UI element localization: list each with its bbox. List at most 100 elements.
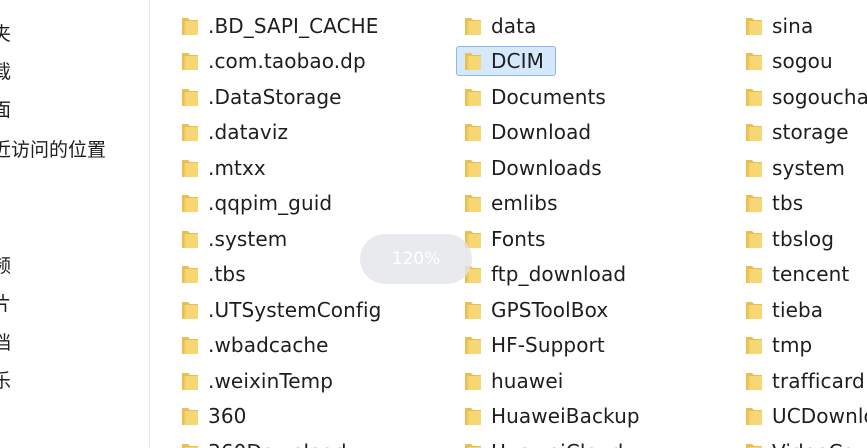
folder-name: HuaweiCloud bbox=[491, 440, 623, 448]
nav-item-favorites[interactable]: 夹 bbox=[0, 22, 11, 46]
folder-item[interactable]: sogoucha bbox=[744, 79, 867, 115]
folder-item[interactable]: VideoCa bbox=[744, 434, 867, 448]
folder-icon bbox=[463, 192, 483, 214]
folder-item[interactable]: GPSToolBox bbox=[463, 292, 640, 328]
folder-name: 360Download bbox=[208, 440, 347, 448]
folder-icon bbox=[744, 157, 764, 179]
folder-icon bbox=[463, 15, 483, 37]
folder-name: .weixinTemp bbox=[208, 368, 334, 393]
folder-name: 360 bbox=[208, 404, 247, 429]
folder-icon bbox=[180, 192, 200, 214]
folder-name: trafficard bbox=[772, 368, 865, 393]
folder-icon bbox=[463, 441, 483, 448]
folder-icon bbox=[463, 157, 483, 179]
folder-icon bbox=[180, 121, 200, 143]
folder-item[interactable]: .BD_SAPI_CACHE bbox=[180, 8, 381, 44]
folder-item[interactable]: tencent bbox=[744, 257, 867, 293]
folder-item[interactable]: HuaweiBackup bbox=[463, 399, 640, 435]
folder-item[interactable]: Download bbox=[463, 115, 640, 151]
folder-name: HuaweiBackup bbox=[491, 404, 640, 429]
folder-item[interactable]: .wbadcache bbox=[180, 328, 381, 364]
folder-item[interactable]: tieba bbox=[744, 292, 867, 328]
folder-item[interactable]: tmp bbox=[744, 328, 867, 364]
folder-name: .dataviz bbox=[208, 120, 289, 145]
file-column: data DCIM Documents Download Downloads emlibs… bbox=[456, 8, 640, 448]
folder-item[interactable]: .DataStorage bbox=[180, 79, 381, 115]
folder-icon bbox=[180, 334, 200, 356]
nav-item-videos[interactable]: 频 bbox=[0, 254, 11, 278]
folder-name: .BD_SAPI_CACHE bbox=[208, 13, 379, 38]
folder-icon bbox=[180, 370, 200, 392]
folder-item[interactable]: Documents bbox=[463, 79, 640, 115]
nav-item-desktop[interactable]: 面 bbox=[0, 98, 11, 122]
folder-item[interactable]: 360Download bbox=[180, 434, 381, 448]
folder-item[interactable]: sogou bbox=[744, 44, 867, 80]
folder-icon bbox=[744, 441, 764, 448]
folder-item[interactable]: HuaweiCloud bbox=[463, 434, 640, 448]
folder-name: UCDownlo bbox=[772, 404, 867, 429]
folder-item[interactable]: HF-Support bbox=[463, 328, 640, 364]
folder-item[interactable]: storage bbox=[744, 115, 867, 151]
folder-item[interactable]: .mtxx bbox=[180, 150, 381, 186]
folder-name: system bbox=[772, 155, 845, 180]
folder-icon bbox=[463, 50, 483, 72]
folder-item[interactable]: .system bbox=[180, 221, 381, 257]
folder-item[interactable]: .UTSystemConfig bbox=[180, 292, 381, 328]
folder-item[interactable]: .tbs bbox=[180, 257, 381, 293]
folder-item[interactable]: UCDownlo bbox=[744, 399, 867, 435]
folder-icon bbox=[463, 370, 483, 392]
folder-name: VideoCa bbox=[772, 440, 855, 448]
folder-name: .wbadcache bbox=[208, 333, 329, 358]
folder-name: Download bbox=[491, 120, 592, 145]
folder-name: tieba bbox=[772, 297, 824, 322]
folder-item[interactable]: ftp_download bbox=[463, 257, 640, 293]
folder-item[interactable]: Fonts bbox=[463, 221, 640, 257]
zoom-level-badge: 120% bbox=[360, 234, 472, 284]
folder-item[interactable]: 360 bbox=[180, 399, 381, 435]
folder-icon bbox=[180, 15, 200, 37]
folder-item[interactable]: .weixinTemp bbox=[180, 363, 381, 399]
nav-item-documents[interactable]: 档 bbox=[0, 331, 11, 355]
folder-icon bbox=[180, 405, 200, 427]
folder-name: .system bbox=[208, 226, 288, 251]
folder-item[interactable]: .qqpim_guid bbox=[180, 186, 381, 222]
nav-item-downloads[interactable]: 载 bbox=[0, 60, 11, 84]
folder-item[interactable]: .com.taobao.dp bbox=[180, 44, 381, 80]
folder-name: ftp_download bbox=[491, 262, 627, 287]
folder-name: data bbox=[491, 13, 537, 38]
file-list-area: .BD_SAPI_CACHE .com.taobao.dp .DataStorage… bbox=[150, 0, 867, 448]
folder-name: sogou bbox=[772, 49, 833, 74]
folder-name: GPSToolBox bbox=[491, 297, 609, 322]
nav-item-pictures[interactable]: 片 bbox=[0, 292, 11, 316]
folder-item[interactable]: sina bbox=[744, 8, 867, 44]
folder-item[interactable]: huawei bbox=[463, 363, 640, 399]
folder-item[interactable]: Downloads bbox=[463, 150, 640, 186]
folder-item[interactable]: tbs bbox=[744, 186, 867, 222]
nav-item-music[interactable]: 乐 bbox=[0, 369, 11, 393]
folder-icon bbox=[744, 299, 764, 321]
folder-name: emlibs bbox=[491, 191, 558, 216]
folder-icon bbox=[744, 192, 764, 214]
nav-item-recent-places[interactable]: 近访问的位置 bbox=[0, 138, 106, 162]
folder-icon bbox=[744, 121, 764, 143]
folder-icon bbox=[180, 441, 200, 448]
folder-icon bbox=[744, 263, 764, 285]
folder-icon bbox=[180, 228, 200, 250]
folder-icon bbox=[463, 86, 483, 108]
folder-name: Downloads bbox=[491, 155, 602, 180]
folder-item[interactable]: .dataviz bbox=[180, 115, 381, 151]
folder-item[interactable]: data bbox=[463, 8, 640, 44]
folder-item[interactable]: emlibs bbox=[463, 186, 640, 222]
folder-name: storage bbox=[772, 120, 849, 145]
folder-item[interactable]: trafficard bbox=[744, 363, 867, 399]
folder-name: tbslog bbox=[772, 226, 835, 251]
file-column: sina sogou sogoucha storage system tbs tbslog t… bbox=[744, 8, 867, 448]
folder-name: HF-Support bbox=[491, 333, 605, 358]
folder-item[interactable]: tbslog bbox=[744, 221, 867, 257]
folder-item[interactable]: DCIM bbox=[456, 44, 640, 80]
folder-icon bbox=[180, 86, 200, 108]
folder-name: .qqpim_guid bbox=[208, 191, 333, 216]
folder-icon bbox=[180, 299, 200, 321]
folder-item[interactable]: system bbox=[744, 150, 867, 186]
folder-name: .com.taobao.dp bbox=[208, 49, 366, 74]
